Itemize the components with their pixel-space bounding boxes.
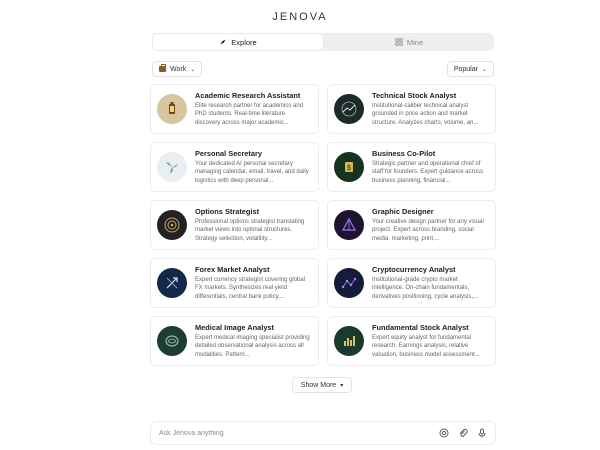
chevron-down-icon: ⌄ [481,66,487,73]
agent-title: Fundamental Stock Analyst [372,323,469,333]
tab-mine-label: Mine [406,37,424,47]
target-icon [157,210,187,240]
briefcase-icon [159,64,166,72]
show-more-label: Show More [300,381,337,389]
agent-card[interactable]: Medical Image Analyst Expert medical ima… [150,316,319,366]
chat-bar [150,421,496,445]
exchange-arrows-icon [157,268,187,298]
agent-description: Strategic partner and operational chief … [372,161,483,184]
view-toggle: Explore Mine [152,33,494,51]
agent-title: Technical Stock Analyst [372,91,457,101]
agent-title: Academic Research Assistant [195,91,301,101]
brain-scan-icon [157,326,187,356]
agent-title: Medical Image Analyst [195,323,274,333]
agent-description: Expert currency strategist covering glob… [195,277,306,300]
category-dropdown[interactable]: Work ⌄ [152,61,203,77]
dollar-icon: $ [334,152,364,182]
mention-icon[interactable] [439,428,449,438]
attach-icon[interactable] [458,428,468,438]
chat-input[interactable] [159,429,439,437]
chevron-down-icon: ▾ [340,382,344,389]
agent-card[interactable]: $ Business Co-Pilot Strategic partner an… [327,142,496,192]
agent-description: Professional options strategist translat… [195,219,305,242]
agent-card[interactable]: Academic Research Assistant Elite resear… [150,84,319,134]
svg-text:$: $ [347,165,351,172]
agent-title: Business Co-Pilot [372,149,436,159]
tab-mine[interactable]: Mine [324,33,494,51]
chevron-down-icon: ⌄ [190,66,196,73]
agent-card[interactable]: Graphic Designer Your creative design pa… [327,200,496,250]
category-label: Work [170,65,187,73]
bar-chart-icon [334,326,364,356]
sort-label: Popular [453,65,478,73]
agent-card[interactable]: Options Strategist Professional options … [150,200,319,250]
agent-grid: Academic Research Assistant Elite resear… [150,84,496,366]
agent-card[interactable]: Forex Market Analyst Expert currency str… [150,258,319,308]
prism-icon [334,210,364,240]
agent-title: Personal Secretary [195,149,262,159]
agent-description: Expert equity analyst for fundamental re… [372,335,480,358]
agent-description: Expert medical imaging specialist provid… [195,335,310,358]
agent-description: Elite research partner for academics and… [195,103,304,126]
sort-dropdown[interactable]: Popular ⌄ [446,61,494,77]
lantern-icon [157,94,187,124]
grid-icon [395,38,403,46]
agent-description: Institutional-caliber technical analyst … [372,103,479,126]
leaves-icon [157,152,187,182]
tab-explore-label: Explore [231,37,257,47]
agent-title: Graphic Designer [372,207,434,217]
agent-title: Options Strategist [195,207,260,217]
compass-icon [220,39,226,45]
brand-logo: JENOVA [272,11,328,23]
agent-description: Institutional-grade crypto market intell… [372,277,479,300]
agent-title: Cryptocurrency Analyst [372,265,456,275]
agent-card[interactable]: Personal Secretary Your dedicated AI per… [150,142,319,192]
agent-card[interactable]: Technical Stock Analyst Institutional-ca… [327,84,496,134]
agent-title: Forex Market Analyst [195,265,270,275]
agent-card[interactable]: Fundamental Stock Analyst Expert equity … [327,316,496,366]
agent-card[interactable]: Cryptocurrency Analyst Institutional-gra… [327,258,496,308]
voice-icon[interactable] [477,428,487,438]
agent-description: Your creative design partner for any vis… [372,219,484,242]
chart-globe-icon [334,94,364,124]
network-icon [334,268,364,298]
tab-explore[interactable]: Explore [153,34,323,50]
show-more-button[interactable]: Show More ▾ [292,377,352,393]
agent-description: Your dedicated AI personal secretary man… [195,161,309,184]
